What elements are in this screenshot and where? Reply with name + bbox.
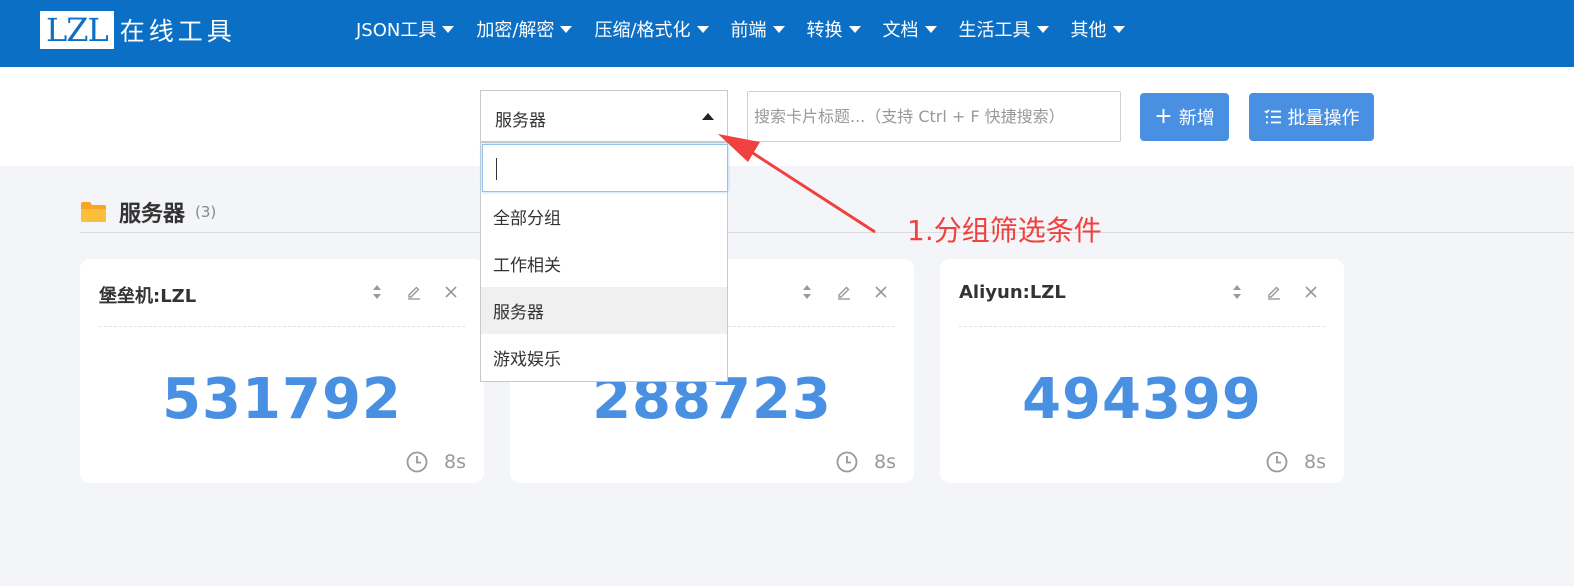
- nav-label: 压缩/格式化: [594, 20, 691, 41]
- group-heading: 服务器 (3): [80, 194, 216, 230]
- card-actions: [1209, 283, 1320, 301]
- group-count: (3): [195, 203, 217, 221]
- card-timer: 8s: [836, 451, 896, 473]
- logo-text: 在线工具: [119, 17, 236, 46]
- close-icon[interactable]: [872, 283, 890, 301]
- batch-operation-button[interactable]: 批量操作: [1249, 93, 1374, 141]
- nav-label: 其他: [1070, 20, 1107, 41]
- card-title: Aliyun:LZL: [959, 282, 1066, 303]
- clock-icon: [1266, 451, 1288, 473]
- batch-button-label: 批量操作: [1287, 108, 1360, 129]
- nav-compress-format[interactable]: 压缩/格式化: [594, 16, 709, 42]
- nav-json-tools[interactable]: JSON工具: [356, 16, 455, 42]
- text-cursor: [496, 158, 497, 180]
- nav-label: 文档: [882, 20, 919, 41]
- top-nav-bar: LZL 在线工具 JSON工具 加密/解密 压缩/格式化 前端 转换 文档 生活…: [0, 0, 1574, 67]
- card-title: 堡垒机:LZL: [99, 286, 197, 307]
- caret-up-icon: [702, 113, 714, 120]
- edit-icon[interactable]: [835, 283, 853, 301]
- group-filter-value: 服务器: [495, 111, 546, 131]
- caret-down-icon: [696, 25, 709, 33]
- caret-down-icon: [560, 25, 573, 33]
- nav-encrypt[interactable]: 加密/解密: [476, 16, 573, 42]
- caret-down-icon: [1036, 25, 1049, 33]
- card-timer: 8s: [1266, 451, 1326, 473]
- group-filter-select[interactable]: 服务器: [480, 90, 728, 142]
- close-icon[interactable]: [1302, 283, 1320, 301]
- caret-down-icon: [924, 25, 937, 33]
- group-divider: [80, 232, 1574, 233]
- clock-icon: [406, 451, 428, 473]
- nav-docs[interactable]: 文档: [883, 16, 937, 42]
- add-button-label: 新增: [1178, 108, 1215, 129]
- nav-label: 加密/解密: [476, 20, 555, 41]
- card-separator: [99, 326, 465, 327]
- close-icon[interactable]: [442, 283, 460, 301]
- dropdown-option-games[interactable]: 游戏娱乐: [481, 334, 727, 381]
- timer-value: 8s: [1304, 451, 1326, 473]
- sort-icon[interactable]: [1228, 283, 1246, 301]
- nav-convert[interactable]: 转换: [807, 16, 861, 42]
- edit-icon[interactable]: [405, 283, 423, 301]
- dropdown-option-work[interactable]: 工作相关: [481, 240, 727, 287]
- folder-icon: [81, 202, 106, 222]
- otp-card[interactable]: 堡垒机:LZL 531792 8s: [80, 259, 484, 483]
- nav-label: JSON工具: [356, 20, 437, 41]
- dropdown-option-servers[interactable]: 服务器: [481, 287, 727, 334]
- card-actions: [349, 283, 460, 301]
- card-search-input[interactable]: [747, 91, 1121, 142]
- dropdown-option-all[interactable]: 全部分组: [481, 193, 727, 240]
- edit-icon[interactable]: [1265, 283, 1283, 301]
- caret-down-icon: [442, 25, 455, 33]
- caret-down-icon: [1112, 25, 1125, 33]
- sort-icon[interactable]: [368, 283, 386, 301]
- timer-value: 8s: [874, 451, 896, 473]
- nav-frontend[interactable]: 前端: [731, 16, 785, 42]
- card-actions: [779, 283, 890, 301]
- nav-life-tools[interactable]: 生活工具: [959, 16, 1049, 42]
- otp-code: 494399: [1022, 367, 1262, 432]
- clock-icon: [836, 451, 858, 473]
- card-timer: 8s: [406, 451, 466, 473]
- site-logo[interactable]: LZL 在线工具: [40, 11, 236, 49]
- caret-down-icon: [772, 25, 785, 33]
- nav-other[interactable]: 其他: [1071, 16, 1125, 42]
- otp-code: 531792: [162, 367, 402, 432]
- dropdown-search-input[interactable]: [482, 144, 728, 192]
- caret-down-icon: [848, 25, 861, 33]
- sort-icon[interactable]: [798, 283, 816, 301]
- list-icon: [1263, 109, 1281, 124]
- nav-label: 前端: [730, 20, 767, 41]
- nav-label: 转换: [806, 20, 843, 41]
- plus-icon: +: [1154, 104, 1173, 129]
- nav-label: 生活工具: [958, 20, 1031, 41]
- card-separator: [959, 326, 1325, 327]
- logo-mark: LZL: [40, 11, 114, 49]
- add-card-button[interactable]: + 新增: [1140, 93, 1229, 141]
- annotation-label: 1.分组筛选条件: [907, 214, 1102, 247]
- otp-card[interactable]: Aliyun:LZL 494399 8s: [940, 259, 1344, 483]
- group-title: 服务器: [119, 202, 186, 227]
- main-nav: JSON工具 加密/解密 压缩/格式化 前端 转换 文档 生活工具 其他: [356, 0, 1147, 58]
- group-filter-dropdown: 全部分组 工作相关 服务器 游戏娱乐: [480, 142, 728, 382]
- timer-value: 8s: [444, 451, 466, 473]
